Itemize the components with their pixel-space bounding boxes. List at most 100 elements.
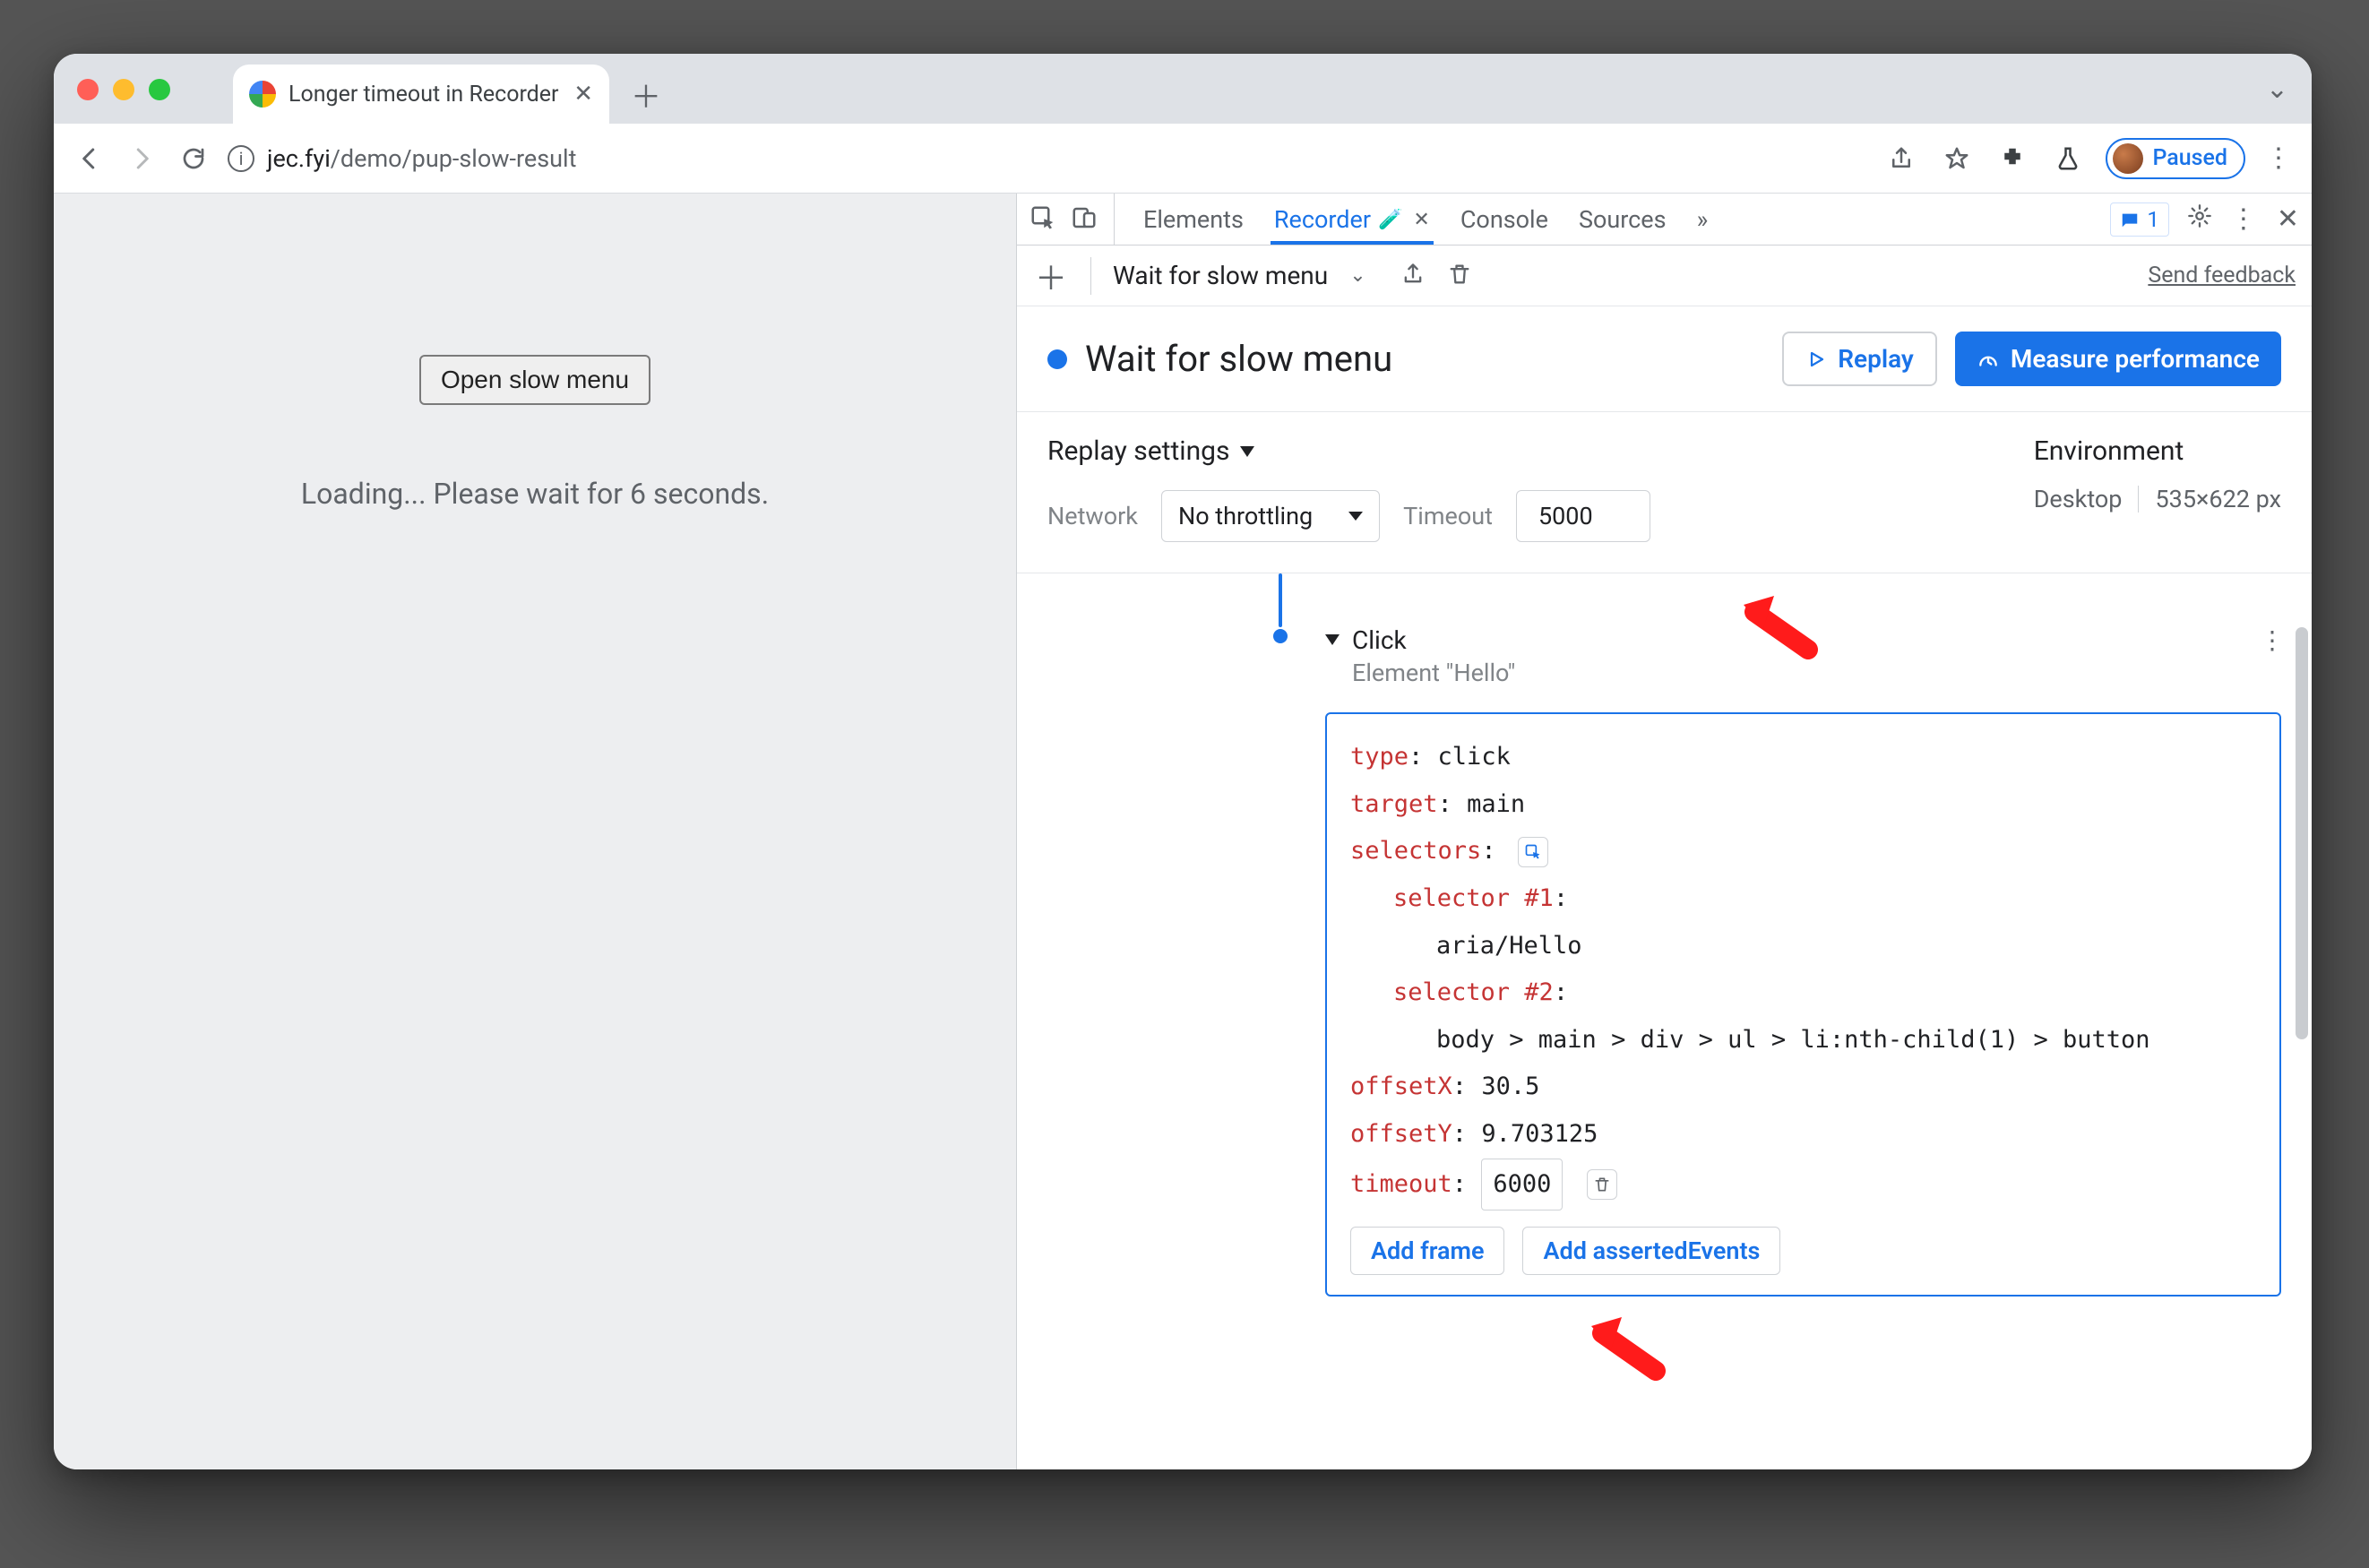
replay-settings-label: Replay settings xyxy=(1047,435,1229,467)
tab-console[interactable]: Console xyxy=(1457,194,1552,245)
network-throttling-select[interactable]: No throttling xyxy=(1161,490,1380,542)
settings-icon[interactable] xyxy=(2187,203,2212,235)
val-selector-1: aria/Hello xyxy=(1350,923,2256,970)
devtools-tabs: Elements Recorder 🧪 ✕ Console Sources » xyxy=(1140,194,1711,245)
browser-tab[interactable]: Longer timeout in Recorder ✕ xyxy=(233,65,609,124)
tab-close-icon[interactable]: ✕ xyxy=(573,81,593,108)
tab-elements[interactable]: Elements xyxy=(1140,194,1247,245)
browser-menu-icon[interactable]: ⋮ xyxy=(2265,142,2294,174)
separator xyxy=(1090,257,1091,295)
flask-icon: 🧪 xyxy=(1378,209,1402,231)
profile-paused-chip[interactable]: Paused xyxy=(2106,138,2245,179)
site-info-icon[interactable]: i xyxy=(228,145,254,172)
browser-window: Longer timeout in Recorder ✕ ＋ ⌄ i jec.f… xyxy=(54,54,2312,1469)
reload-button[interactable] xyxy=(176,141,211,177)
environment-title: Environment xyxy=(2034,435,2281,467)
measure-performance-button[interactable]: Measure performance xyxy=(1955,332,2281,386)
page-viewport: Open slow menu Loading... Please wait fo… xyxy=(54,194,1016,1469)
bookmark-icon[interactable] xyxy=(1939,141,1975,177)
recording-header: Wait for slow menu Replay Measure perfor… xyxy=(1017,306,2312,412)
open-slow-menu-button[interactable]: Open slow menu xyxy=(419,355,650,405)
key-selector-2: selector #2 xyxy=(1393,978,1554,1006)
scrollbar-thumb[interactable] xyxy=(2296,627,2308,1039)
maximize-window[interactable] xyxy=(149,79,170,100)
val-type: click xyxy=(1438,743,1511,771)
val-offsety: 9.703125 xyxy=(1481,1120,1598,1148)
replay-settings-toggle[interactable]: Replay settings xyxy=(1047,435,1980,467)
replay-settings: Replay settings Network No throttling Ti… xyxy=(1047,435,1980,542)
recording-actions: Replay Measure performance xyxy=(1782,332,2281,386)
timeline-line xyxy=(1279,573,1282,627)
val-selector-2: body > main > div > ul > li:nth-child(1)… xyxy=(1350,1017,2256,1064)
key-selectors: selectors xyxy=(1350,837,1481,865)
recording-name: Wait for slow menu xyxy=(1085,338,1392,380)
forward-button[interactable] xyxy=(124,141,159,177)
step-title: Click xyxy=(1352,625,1515,655)
omnibox[interactable]: i jec.fyi/demo/pup-slow-result xyxy=(228,144,1867,173)
step-subtitle: Element "Hello" xyxy=(1352,659,1515,687)
recording-status-dot-icon xyxy=(1047,349,1067,369)
device-toggle-icon[interactable] xyxy=(1071,204,1098,235)
devtools-menu-icon[interactable]: ⋮ xyxy=(2230,203,2259,235)
steps-list: Click Element "Hello" ⋮ type: click targ… xyxy=(1017,573,2312,1469)
replay-settings-row: Replay settings Network No throttling Ti… xyxy=(1017,412,2312,573)
add-frame-button[interactable]: Add frame xyxy=(1350,1227,1504,1275)
issues-count: 1 xyxy=(2147,207,2159,232)
step-timeout-input[interactable]: 6000 xyxy=(1481,1159,1563,1211)
pick-selector-icon[interactable] xyxy=(1518,837,1548,867)
timeout-label: Timeout xyxy=(1403,502,1493,530)
tab-overflow-icon[interactable]: » xyxy=(1693,194,1712,245)
favicon-icon xyxy=(249,81,276,108)
share-icon[interactable] xyxy=(1883,141,1919,177)
key-timeout: timeout xyxy=(1350,1170,1452,1198)
network-label: Network xyxy=(1047,502,1138,530)
inspect-element-icon[interactable] xyxy=(1029,204,1056,235)
add-recording-button[interactable]: ＋ xyxy=(1033,253,1069,299)
step-menu-icon[interactable]: ⋮ xyxy=(2260,625,2285,655)
divider xyxy=(2138,486,2139,513)
environment-size: 535×622 px xyxy=(2155,485,2281,513)
minimize-window[interactable] xyxy=(113,79,134,100)
delete-timeout-icon[interactable] xyxy=(1587,1169,1617,1200)
val-target: main xyxy=(1467,790,1525,818)
devtools-right-controls: 1 ⋮ ✕ xyxy=(2110,202,2299,237)
window-chevron-icon[interactable]: ⌄ xyxy=(2266,73,2288,105)
loading-text: Loading... Please wait for 6 seconds. xyxy=(301,477,769,511)
tab-recorder[interactable]: Recorder 🧪 ✕ xyxy=(1271,194,1434,245)
experiments-icon[interactable] xyxy=(2050,141,2086,177)
devtools-close-icon[interactable]: ✕ xyxy=(2277,203,2299,235)
add-asserted-events-button[interactable]: Add assertedEvents xyxy=(1522,1227,1780,1275)
key-type: type xyxy=(1350,743,1408,771)
caret-down-icon xyxy=(1240,446,1254,457)
recording-select-label: Wait for slow menu xyxy=(1113,261,1328,290)
network-throttling-value: No throttling xyxy=(1178,502,1313,530)
stage: Longer timeout in Recorder ✕ ＋ ⌄ i jec.f… xyxy=(0,0,2369,1568)
paused-label: Paused xyxy=(2152,145,2227,171)
measure-label: Measure performance xyxy=(2011,344,2260,374)
replay-button[interactable]: Replay xyxy=(1782,332,1937,386)
tab-sources[interactable]: Sources xyxy=(1575,194,1670,245)
export-icon[interactable] xyxy=(1400,262,1426,290)
replay-label: Replay xyxy=(1838,344,1914,374)
val-offsetx: 30.5 xyxy=(1481,1073,1539,1100)
send-feedback-link[interactable]: Send feedback xyxy=(2148,263,2296,289)
new-tab-button[interactable]: ＋ xyxy=(625,73,667,115)
recording-select-chevron-icon[interactable]: ⌄ xyxy=(1349,264,1365,287)
key-selector-1: selector #1 xyxy=(1393,884,1554,912)
browser-toolbar: i jec.fyi/demo/pup-slow-result xyxy=(54,124,2312,194)
delete-recording-icon[interactable] xyxy=(1447,262,1472,290)
back-button[interactable] xyxy=(72,141,108,177)
key-offsetx: offsetX xyxy=(1350,1073,1452,1100)
tab-recorder-close-icon[interactable]: ✕ xyxy=(1413,209,1429,231)
step-editor: type: click target: main selectors: sele… xyxy=(1325,712,2281,1297)
content-area: Open slow menu Loading... Please wait fo… xyxy=(54,194,2312,1469)
devtools-panel: Elements Recorder 🧪 ✕ Console Sources » xyxy=(1016,194,2312,1469)
step-header[interactable]: Click Element "Hello" ⋮ xyxy=(1325,625,2281,687)
avatar-icon xyxy=(2113,143,2143,174)
issues-chip[interactable]: 1 xyxy=(2110,202,2169,237)
close-window[interactable] xyxy=(77,79,99,100)
extensions-icon[interactable] xyxy=(1994,141,2030,177)
add-row: Add frame Add assertedEvents xyxy=(1350,1227,2256,1275)
timeout-input[interactable]: 5000 xyxy=(1516,490,1650,542)
environment-device: Desktop xyxy=(2034,485,2123,513)
